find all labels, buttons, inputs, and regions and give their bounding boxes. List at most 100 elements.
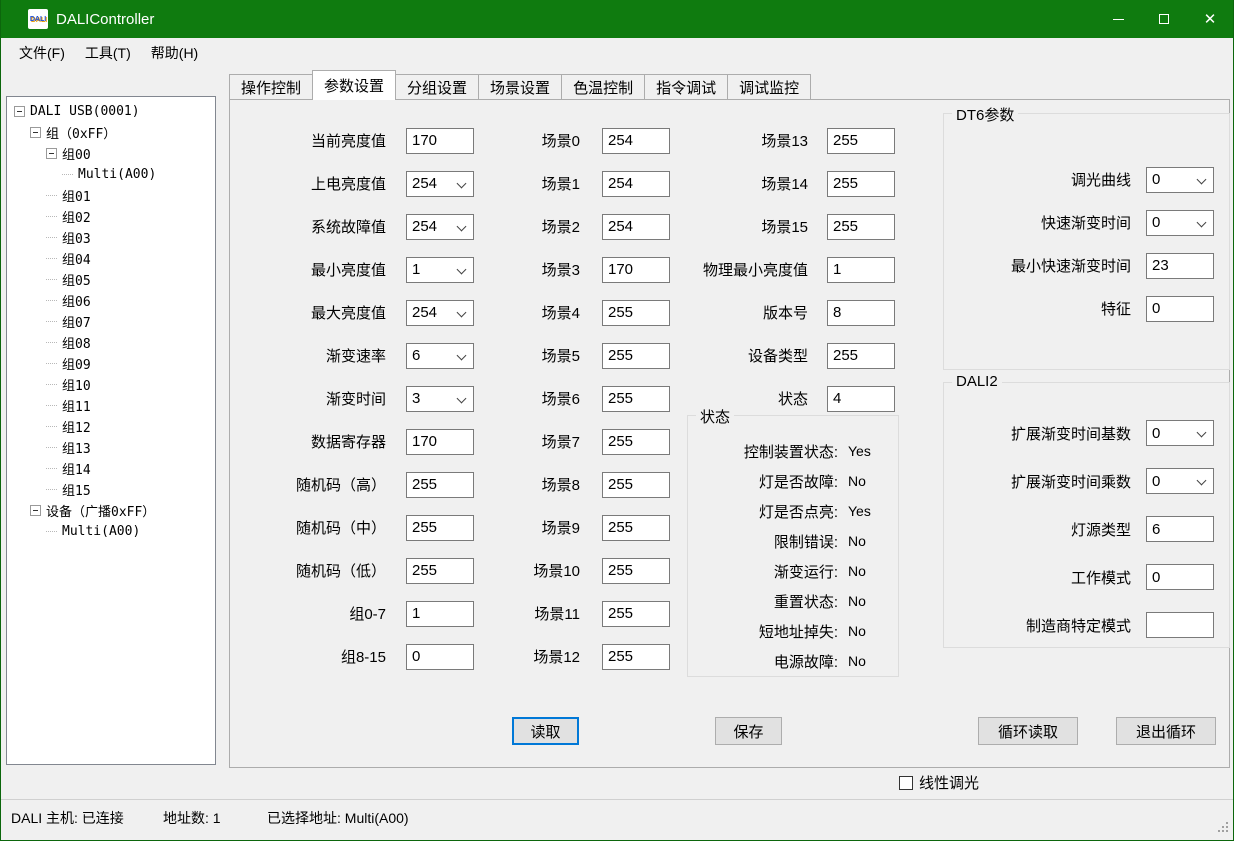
save-button[interactable]: 保存 xyxy=(715,717,782,745)
tree-item[interactable]: 组02 xyxy=(7,206,215,227)
param-field[interactable]: 255 xyxy=(602,515,670,541)
tree-item[interactable]: 组15 xyxy=(7,479,215,500)
tree-expand-icon[interactable] xyxy=(46,190,57,201)
tree-expand-icon[interactable] xyxy=(46,295,57,306)
param-field[interactable]: 254 xyxy=(602,171,670,197)
param-field[interactable]: 255 xyxy=(827,214,895,240)
tree-item[interactable]: Multi(A00) xyxy=(7,521,215,542)
param-field[interactable]: 1 xyxy=(406,601,474,627)
param-field[interactable]: 8 xyxy=(827,300,895,326)
read-button[interactable]: 读取 xyxy=(512,717,579,745)
param-field[interactable]: 255 xyxy=(602,644,670,670)
menu-item[interactable]: 帮助(H) xyxy=(141,38,208,68)
param-field[interactable]: 255 xyxy=(602,558,670,584)
exit-loop-button[interactable]: 退出循环 xyxy=(1116,717,1216,745)
tree-expand-icon[interactable] xyxy=(46,463,57,474)
tree-item[interactable]: DALI USB(0001) xyxy=(7,101,215,122)
param-field[interactable]: 254 xyxy=(602,214,670,240)
param-field[interactable]: 0 xyxy=(1146,167,1214,193)
minimize-button[interactable] xyxy=(1095,0,1141,38)
tree-expand-icon[interactable] xyxy=(46,148,57,159)
tree-expand-icon[interactable] xyxy=(46,484,57,495)
tree-item[interactable]: 组05 xyxy=(7,269,215,290)
param-field[interactable]: 255 xyxy=(602,386,670,412)
param-field[interactable]: 255 xyxy=(827,343,895,369)
param-field[interactable]: 255 xyxy=(406,472,474,498)
tab[interactable]: 指令调试 xyxy=(644,74,728,100)
tab[interactable]: 分组设置 xyxy=(395,74,479,100)
tree-item[interactable]: 组04 xyxy=(7,248,215,269)
param-field[interactable]: 3 xyxy=(406,386,474,412)
tree-item[interactable]: 组03 xyxy=(7,227,215,248)
tab[interactable]: 调试监控 xyxy=(727,74,811,100)
menu-item[interactable]: 文件(F) xyxy=(9,38,75,68)
tree-item[interactable]: 组11 xyxy=(7,395,215,416)
tree-expand-icon[interactable] xyxy=(46,526,57,537)
maximize-button[interactable] xyxy=(1141,0,1187,38)
param-field[interactable]: 255 xyxy=(827,128,895,154)
tree-item[interactable]: Multi(A00) xyxy=(7,164,215,185)
tree-item[interactable]: 组14 xyxy=(7,458,215,479)
param-field[interactable]: 170 xyxy=(406,128,474,154)
tab[interactable]: 参数设置 xyxy=(312,70,396,100)
linear-dimming-checkbox[interactable] xyxy=(899,776,913,790)
tree-item[interactable]: 组06 xyxy=(7,290,215,311)
tab[interactable]: 色温控制 xyxy=(561,74,645,100)
tree-expand-icon[interactable] xyxy=(46,400,57,411)
tree-item[interactable]: 组10 xyxy=(7,374,215,395)
param-field[interactable]: 255 xyxy=(602,601,670,627)
close-button[interactable]: ✕ xyxy=(1187,0,1233,38)
menu-item[interactable]: 工具(T) xyxy=(75,38,141,68)
param-field[interactable]: 255 xyxy=(602,343,670,369)
param-field[interactable]: 170 xyxy=(406,429,474,455)
param-field[interactable]: 0 xyxy=(406,644,474,670)
tree-item[interactable]: 设备（广播0xFF） xyxy=(7,500,215,521)
param-field[interactable]: 170 xyxy=(602,257,670,283)
param-field[interactable]: 0 xyxy=(1146,420,1214,446)
param-field[interactable] xyxy=(1146,612,1214,638)
tree-item[interactable]: 组（0xFF） xyxy=(7,122,215,143)
param-field[interactable]: 254 xyxy=(406,171,474,197)
param-field[interactable]: 0 xyxy=(1146,468,1214,494)
tree-expand-icon[interactable] xyxy=(62,169,73,180)
tree-expand-icon[interactable] xyxy=(14,106,25,117)
tab[interactable]: 场景设置 xyxy=(478,74,562,100)
param-field[interactable]: 0 xyxy=(1146,296,1214,322)
tree-expand-icon[interactable] xyxy=(30,505,41,516)
param-field[interactable]: 6 xyxy=(406,343,474,369)
param-field[interactable]: 255 xyxy=(406,558,474,584)
param-field[interactable]: 6 xyxy=(1146,516,1214,542)
param-field[interactable]: 0 xyxy=(1146,210,1214,236)
tree-item[interactable]: 组12 xyxy=(7,416,215,437)
param-field[interactable]: 23 xyxy=(1146,253,1214,279)
param-field[interactable]: 1 xyxy=(406,257,474,283)
tree-expand-icon[interactable] xyxy=(46,358,57,369)
param-field[interactable]: 1 xyxy=(827,257,895,283)
tree-expand-icon[interactable] xyxy=(46,337,57,348)
param-field[interactable]: 254 xyxy=(406,300,474,326)
param-field[interactable]: 4 xyxy=(827,386,895,412)
tab[interactable]: 操作控制 xyxy=(229,74,313,100)
tree-item[interactable]: 组07 xyxy=(7,311,215,332)
param-field[interactable]: 254 xyxy=(602,128,670,154)
param-field[interactable]: 255 xyxy=(406,515,474,541)
tree-expand-icon[interactable] xyxy=(46,232,57,243)
param-field[interactable]: 255 xyxy=(602,300,670,326)
tree-item[interactable]: 组01 xyxy=(7,185,215,206)
tree-item[interactable]: 组13 xyxy=(7,437,215,458)
resize-grip-icon[interactable] xyxy=(1217,821,1229,833)
tree-item[interactable]: 组00 xyxy=(7,143,215,164)
param-field[interactable]: 255 xyxy=(602,429,670,455)
loop-read-button[interactable]: 循环读取 xyxy=(978,717,1078,745)
tree-item[interactable]: 组09 xyxy=(7,353,215,374)
tree-expand-icon[interactable] xyxy=(46,442,57,453)
tree-expand-icon[interactable] xyxy=(46,253,57,264)
param-field[interactable]: 254 xyxy=(406,214,474,240)
param-field[interactable]: 255 xyxy=(827,171,895,197)
tree-item[interactable]: 组08 xyxy=(7,332,215,353)
param-field[interactable]: 255 xyxy=(602,472,670,498)
tree-expand-icon[interactable] xyxy=(46,211,57,222)
tree-expand-icon[interactable] xyxy=(46,274,57,285)
tree-expand-icon[interactable] xyxy=(46,316,57,327)
tree-expand-icon[interactable] xyxy=(30,127,41,138)
